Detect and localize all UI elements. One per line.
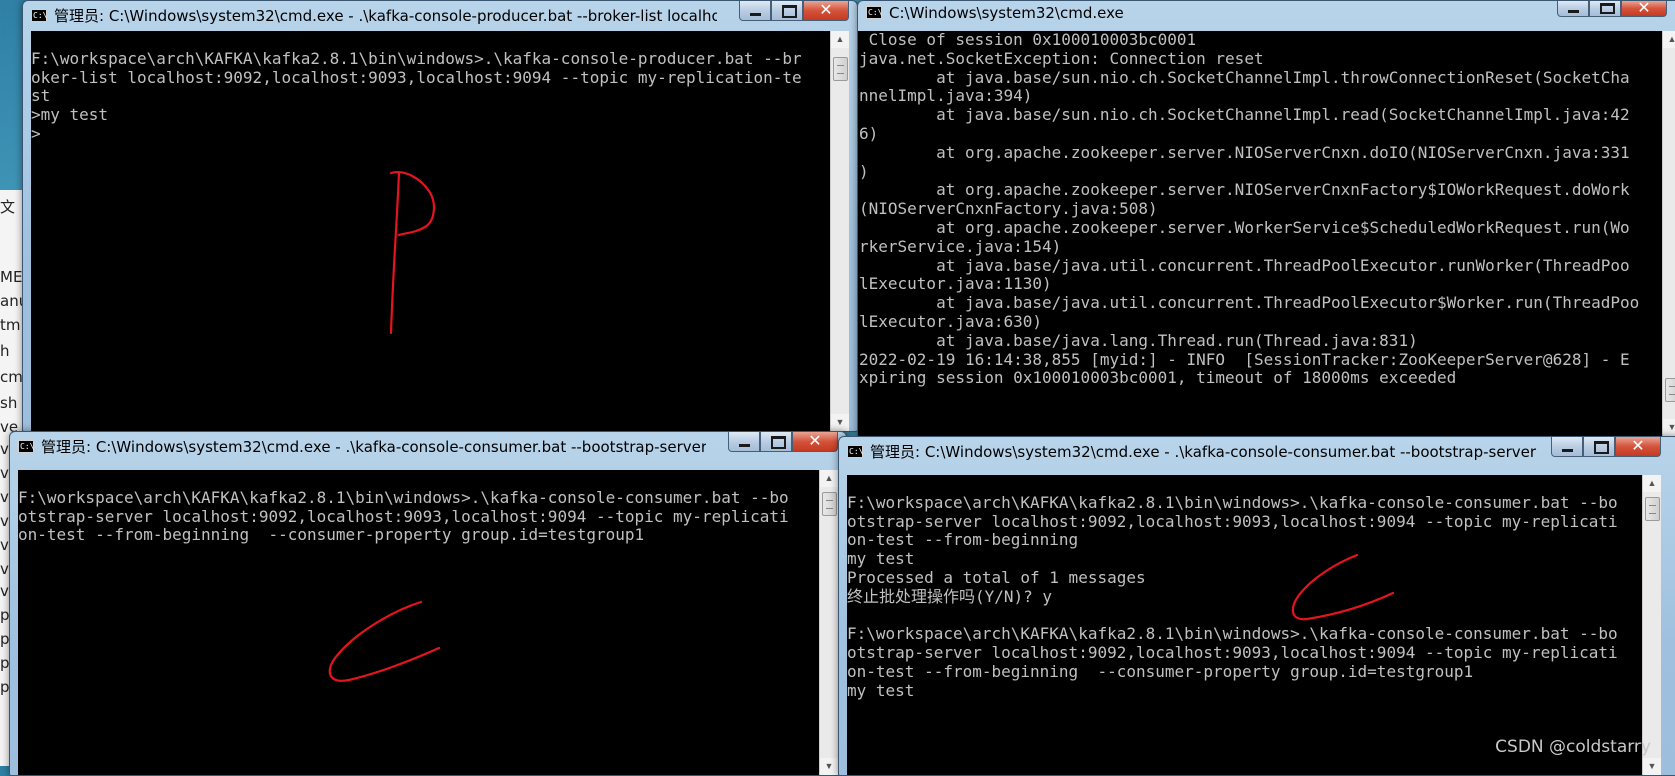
background-strip-text: sh [0, 394, 18, 412]
consumer-right-console-window[interactable]: C:\ 管理员: C:\Windows\system32\cmd.exe - .… [838, 436, 1675, 776]
window-controls: ✕ [1551, 437, 1661, 459]
console-output[interactable]: F:\workspace\arch\KAFKA\kafka2.8.1\bin\w… [847, 475, 1643, 775]
scroll-thumb[interactable] [822, 492, 837, 516]
vertical-scrollbar[interactable]: ▲ ▼ [830, 31, 849, 431]
maximize-button[interactable] [1589, 1, 1621, 17]
title-bar[interactable]: C:\ 管理员: C:\Windows\system32\cmd.exe - .… [23, 1, 857, 31]
maximize-icon [771, 436, 786, 449]
background-strip-text: tm [0, 316, 21, 334]
minimize-button[interactable] [1557, 1, 1589, 17]
scroll-up-icon[interactable]: ▲ [1643, 475, 1661, 492]
cmd-icon: C:\ [866, 6, 883, 19]
minimize-button[interactable] [739, 1, 771, 21]
scroll-up-icon[interactable]: ▲ [820, 470, 838, 487]
vertical-scrollbar[interactable]: ▲ ▼ [1642, 475, 1661, 775]
scroll-down-icon[interactable]: ▼ [1643, 758, 1661, 775]
window-title: 管理员: C:\Windows\system32\cmd.exe - .\kaf… [54, 7, 717, 25]
scroll-up-icon[interactable]: ▲ [831, 31, 849, 48]
window-title: 管理员: C:\Windows\system32\cmd.exe - .\kaf… [870, 443, 1539, 461]
console-output[interactable]: F:\workspace\arch\KAFKA\kafka2.8.1\bin\w… [31, 31, 831, 431]
minimize-icon [750, 13, 761, 16]
window-controls: ✕ [728, 432, 838, 454]
maximize-button[interactable] [760, 432, 792, 452]
consumer-left-console-window[interactable]: C:\ 管理员: C:\Windows\system32\cmd.exe - .… [9, 431, 847, 776]
console-text: Close of session 0x100010003bc0001 java.… [859, 31, 1640, 388]
scroll-down-icon[interactable]: ▼ [820, 758, 838, 775]
close-icon: ✕ [808, 431, 822, 450]
minimize-button[interactable] [728, 432, 760, 452]
console-text: F:\workspace\arch\KAFKA\kafka2.8.1\bin\w… [18, 487, 789, 545]
scroll-thumb[interactable] [1665, 378, 1675, 402]
maximize-button[interactable] [1583, 437, 1615, 457]
scroll-up-icon[interactable]: ▲ [1663, 31, 1675, 48]
zookeeper-console-window[interactable]: C:\ C:\Windows\system32\cmd.exe ✕ Close … [857, 0, 1675, 437]
vertical-scrollbar[interactable]: ▲ ▼ [1662, 31, 1675, 436]
title-bar[interactable]: C:\ 管理员: C:\Windows\system32\cmd.exe - .… [10, 432, 846, 462]
close-button[interactable]: ✕ [1615, 437, 1661, 457]
background-strip-text: ME [0, 268, 23, 286]
background-strip-text: h [0, 342, 10, 360]
cmd-icon: C:\ [31, 9, 48, 22]
window-title: 管理员: C:\Windows\system32\cmd.exe - .\kaf… [41, 438, 706, 456]
scroll-down-icon[interactable]: ▼ [831, 414, 849, 431]
maximize-icon [1600, 3, 1615, 14]
minimize-icon [1568, 10, 1579, 13]
console-output[interactable]: F:\workspace\arch\KAFKA\kafka2.8.1\bin\w… [18, 470, 820, 775]
console-text: F:\workspace\arch\KAFKA\kafka2.8.1\bin\w… [31, 48, 802, 143]
console-output[interactable]: Close of session 0x100010003bc0001 java.… [858, 31, 1663, 436]
window-controls: ✕ [739, 1, 849, 23]
scroll-down-icon[interactable]: ▼ [1663, 419, 1675, 436]
window-controls: ✕ [1557, 1, 1667, 23]
close-icon: ✕ [1637, 0, 1651, 17]
minimize-button[interactable] [1551, 437, 1583, 457]
scroll-thumb[interactable] [1645, 497, 1660, 521]
title-bar[interactable]: C:\ C:\Windows\system32\cmd.exe ✕ [858, 1, 1675, 25]
background-strip-text: cm [0, 368, 23, 386]
close-icon: ✕ [1631, 436, 1645, 455]
vertical-scrollbar[interactable]: ▲ ▼ [819, 470, 838, 775]
console-text: F:\workspace\arch\KAFKA\kafka2.8.1\bin\w… [847, 492, 1618, 700]
close-icon: ✕ [819, 0, 833, 19]
minimize-icon [1562, 449, 1573, 452]
title-bar[interactable]: C:\ 管理员: C:\Windows\system32\cmd.exe - .… [839, 437, 1675, 467]
maximize-icon [1594, 441, 1609, 454]
cmd-icon: C:\ [847, 445, 864, 458]
close-button[interactable]: ✕ [803, 1, 849, 21]
background-strip-text: 文 [0, 198, 16, 216]
cmd-icon: C:\ [18, 440, 35, 453]
watermark: CSDN @coldstarry [1495, 737, 1651, 757]
minimize-icon [739, 444, 750, 447]
maximize-button[interactable] [771, 1, 803, 21]
maximize-icon [782, 5, 797, 18]
close-button[interactable]: ✕ [1621, 1, 1667, 17]
close-button[interactable]: ✕ [792, 432, 838, 452]
producer-console-window[interactable]: C:\ 管理员: C:\Windows\system32\cmd.exe - .… [22, 0, 858, 432]
scroll-thumb[interactable] [833, 57, 848, 81]
window-title: C:\Windows\system32\cmd.exe [889, 4, 1124, 22]
